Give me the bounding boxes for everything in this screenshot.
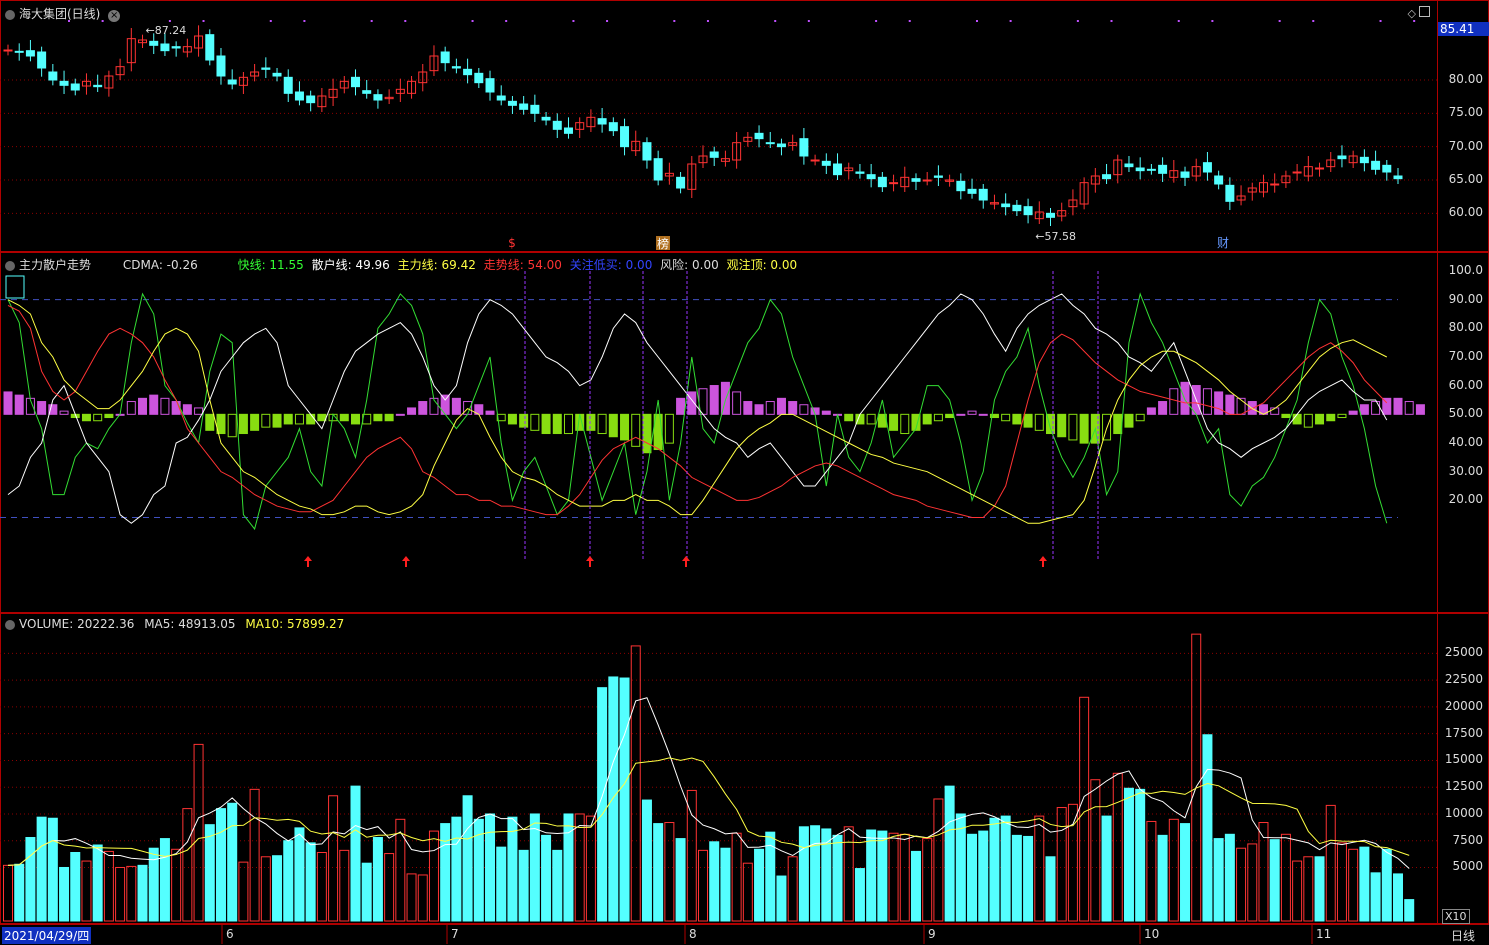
price-tick-label: 70.00: [1448, 138, 1483, 153]
square-icon[interactable]: [1419, 6, 1430, 17]
volume-multiplier: X10: [1442, 909, 1470, 924]
indicator-tick-label: 60.00: [1448, 377, 1483, 392]
month-label: 6: [226, 927, 234, 941]
close-icon[interactable]: ×: [108, 10, 121, 22]
current-price-tag: 85.41: [1438, 22, 1489, 36]
legend-risk: 风险: 0.00: [660, 258, 719, 272]
indicator-tick-label: 20.00: [1448, 492, 1483, 507]
legend-buy: 关注低买: 0.00: [569, 258, 653, 272]
indicator-tick-label: 90.00: [1448, 291, 1483, 306]
indicator-tick-label: 70.00: [1448, 349, 1483, 363]
price-axis: 85.41 80.00 75.00 70.00 65.00 60.00: [1437, 0, 1489, 252]
volume-tick-label: 12500: [1444, 779, 1483, 794]
indicator-tick-label: 30.00: [1448, 463, 1483, 478]
collapse-icon[interactable]: [5, 619, 15, 630]
volume-panel[interactable]: VOLUME: 20222.36 MA5: 48913.05 MA10: 578…: [0, 613, 1489, 924]
stock-title: 海大集团(日线): [19, 7, 101, 21]
indicator-tick-label: 100.0: [1448, 263, 1483, 277]
period-label[interactable]: 日线: [1451, 927, 1475, 944]
diamond-icon[interactable]: ◇: [1408, 7, 1416, 20]
collapse-icon[interactable]: [5, 260, 15, 271]
month-label: 8: [689, 927, 697, 941]
indicator-tick-label: 40.00: [1448, 435, 1483, 449]
price-panel[interactable]: 海大集团(日线) × ◇: [0, 0, 1489, 252]
volume-tick-label: 17500: [1444, 725, 1483, 740]
volume-tick-label: 7500: [1452, 832, 1483, 847]
volume-tick-label: 15000: [1444, 752, 1483, 767]
volume-legend: VOLUME: 20222.36 MA5: 48913.05 MA10: 578…: [5, 617, 344, 631]
price-tick-label: 75.00: [1448, 105, 1483, 120]
legend-volume: VOLUME: 20222.36: [19, 617, 135, 631]
month-label: 7: [451, 927, 459, 941]
month-label: 10: [1144, 927, 1160, 941]
stock-title-row: 海大集团(日线) ×: [5, 5, 121, 22]
indicator-tick-label: 50.00: [1448, 406, 1483, 421]
volume-tick-label: 10000: [1444, 805, 1483, 820]
price-tick-label: 60.00: [1448, 205, 1483, 220]
legend-trend: 走势线: 54.00: [483, 258, 562, 272]
collapse-icon[interactable]: [5, 9, 15, 20]
legend-ma5: MA5: 48913.05: [144, 617, 236, 631]
indicator-axis: 100.0 90.00 80.00 70.00 60.00 50.00 40.00 30.00…: [1437, 252, 1489, 613]
indicator-tick-label: 80.00: [1448, 320, 1483, 335]
volume-axis: 25000 22500 20000 17500 15000 12500 10000 7500 5…: [1437, 613, 1489, 924]
volume-tick-label: 5000: [1452, 859, 1483, 874]
indicator-name: 主力散户走势: [19, 258, 92, 272]
start-date: 2021/04/29/四: [2, 927, 92, 944]
volume-tick-label: 25000: [1444, 645, 1483, 660]
volume-tick-label: 22500: [1444, 672, 1483, 687]
legend-top: 观注顶: 0.00: [726, 258, 798, 272]
month-label: 9: [928, 927, 936, 941]
price-tick-label: 65.00: [1448, 172, 1483, 186]
legend-ma10: MA10: 57899.27: [245, 617, 345, 631]
legend-fast: 快线: 11.55: [237, 258, 304, 272]
date-axis: 2021/04/29/四 6 7 8 9 10 11 日线: [0, 924, 1489, 945]
legend-retail: 散户线: 49.96: [311, 258, 390, 272]
indicator-legend: 主力散户走势 CDMA: -0.26 快线: 11.55 散户线: 49.96 …: [5, 256, 797, 273]
month-label: 11: [1316, 927, 1332, 941]
price-tick-label: 80.00: [1448, 72, 1483, 86]
legend-main: 主力线: 69.42: [397, 258, 476, 272]
legend-cdma: CDMA: -0.26: [122, 258, 198, 272]
volume-tick-label: 20000: [1444, 698, 1483, 713]
indicator-panel[interactable]: 主力散户走势 CDMA: -0.26 快线: 11.55 散户线: 49.96 …: [0, 252, 1489, 613]
